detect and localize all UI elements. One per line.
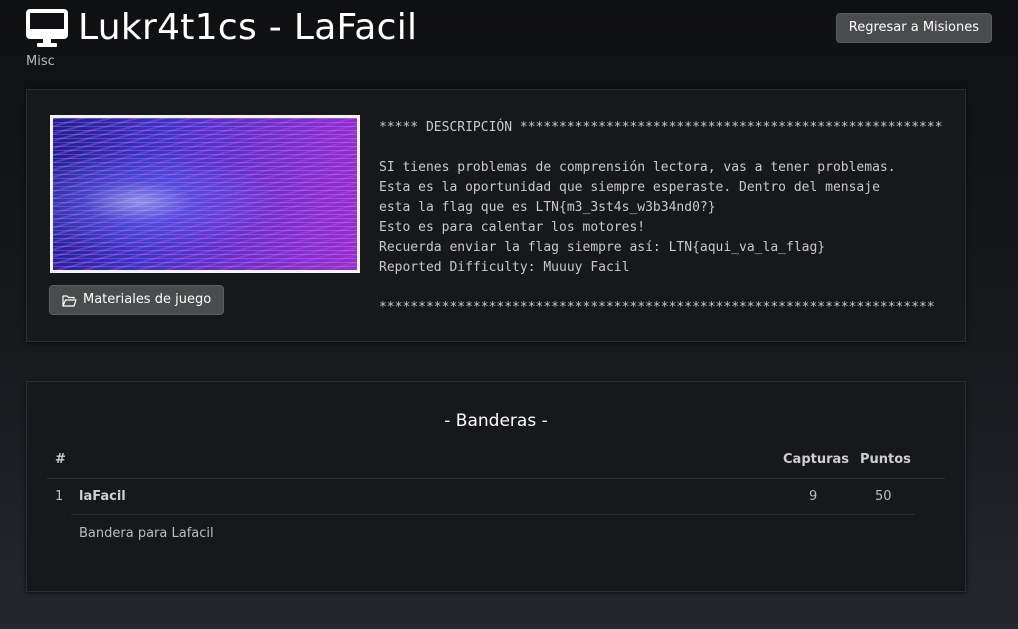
flag-row-points: 50: [875, 489, 892, 504]
flags-panel: - Banderas - # Capturas Puntos 1 laFacil…: [26, 381, 966, 592]
column-header-points: Puntos: [860, 452, 911, 467]
game-materials-button[interactable]: Materiales de juego: [49, 285, 225, 315]
flag-row-captures: 9: [809, 489, 818, 504]
flag-row-number: 1: [55, 489, 64, 504]
table-header-divider: [47, 478, 945, 479]
flag-row-name: laFacil: [79, 489, 126, 504]
challenge-panel: Materiales de juego ***** DESCRIPCIÓN **…: [26, 89, 966, 342]
back-to-missions-button[interactable]: Regresar a Misiones: [835, 13, 992, 43]
column-header-number: #: [55, 452, 66, 467]
challenge-category: Misc: [26, 54, 55, 69]
table-row-divider: [71, 514, 915, 515]
challenge-image: [50, 115, 360, 273]
column-header-captures: Capturas: [783, 452, 850, 467]
game-materials-label: Materiales de juego: [83, 292, 212, 307]
page-title: Lukr4t1cs - LaFacil: [78, 7, 418, 48]
folder-open-icon: [62, 294, 77, 307]
challenge-description: ***** DESCRIPCIÓN **********************…: [379, 120, 943, 315]
flag-row-description: Bandera para Lafacil: [79, 526, 214, 541]
desktop-monitor-icon: [26, 9, 68, 47]
flags-title: - Banderas -: [444, 411, 548, 431]
